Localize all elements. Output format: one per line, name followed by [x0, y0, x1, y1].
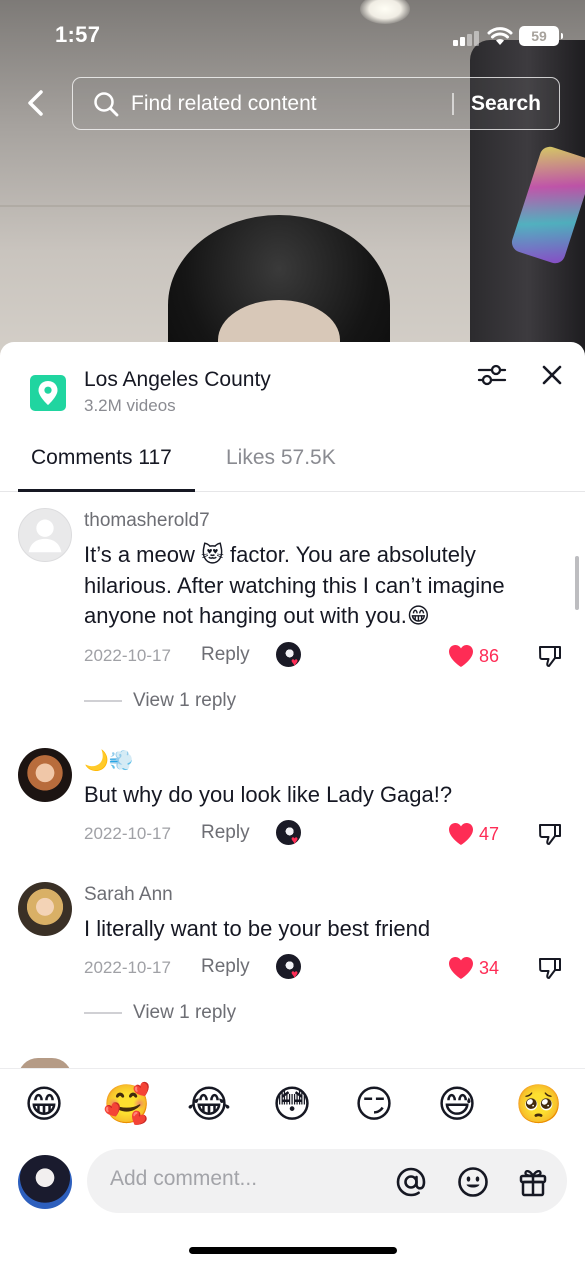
emoji-button[interactable]: 😁 [20, 1081, 68, 1129]
chevron-left-icon [28, 90, 43, 116]
avatar[interactable] [18, 882, 72, 936]
smiley-icon [458, 1167, 488, 1197]
emoji-button[interactable]: 😏 [350, 1081, 398, 1129]
search-bar[interactable]: Find related content Search [72, 77, 560, 130]
at-icon [396, 1167, 426, 1197]
avatar[interactable] [18, 748, 72, 802]
view-replies-button[interactable]: View 1 reply [84, 687, 236, 715]
dislike-button[interactable] [536, 820, 564, 848]
view-replies-label: View 1 reply [133, 690, 237, 711]
default-avatar-icon [28, 519, 62, 553]
comment-username[interactable]: 🌙💨 [84, 748, 134, 773]
dislike-button[interactable] [536, 642, 564, 670]
search-button[interactable]: Search [471, 92, 541, 116]
comment-input-placeholder: Add comment... [110, 1167, 258, 1190]
like-button[interactable]: 47 [448, 820, 499, 848]
close-icon [542, 365, 562, 385]
location-pin-icon [30, 375, 66, 411]
status-time: 1:57 [55, 22, 101, 47]
sliders-icon [477, 364, 507, 386]
filter-button[interactable] [476, 360, 508, 390]
comment-meta: 2022-10-17 Reply ♥ 47 [84, 820, 564, 850]
search-divider [452, 92, 454, 115]
reply-button[interactable]: Reply [201, 956, 250, 978]
gift-icon [519, 1170, 547, 1197]
heart-icon [449, 645, 473, 667]
home-indicator[interactable] [189, 1247, 397, 1254]
creator-liked-badge: ♥ [276, 954, 304, 982]
active-tab-indicator [18, 489, 195, 492]
comment-tabs: Comments 117 Likes 57.5K [0, 438, 585, 492]
comment-date: 2022-10-17 [84, 646, 171, 665]
emoji-picker-button[interactable] [456, 1165, 490, 1199]
emoji-button[interactable]: 🥰 [103, 1081, 151, 1129]
cellular-signal-icon [453, 30, 481, 46]
creator-liked-badge: ♥ [276, 642, 304, 670]
heart-icon [449, 957, 473, 979]
comment-username[interactable]: thomasherold7 [84, 510, 210, 532]
tab-likes[interactable]: Likes 57.5K [226, 446, 336, 470]
comment-meta: 2022-10-17 Reply ♥ 86 [84, 642, 564, 672]
thumbs-down-icon [539, 824, 561, 845]
like-count: 86 [479, 645, 500, 666]
reply-button[interactable]: Reply [201, 822, 250, 844]
comment-composer: 😁 🥰 😂 😳 😏 😅 🥺 Add comment... [0, 1068, 585, 1266]
emoji-button[interactable]: 🥺 [515, 1081, 563, 1129]
heart-icon [449, 823, 473, 845]
like-count: 34 [479, 957, 500, 978]
like-count: 47 [479, 823, 500, 844]
tab-comments[interactable]: Comments 117 [31, 446, 172, 470]
wifi-icon [487, 27, 513, 45]
comments-sheet: Los Angeles County 3.2M videos Comments … [0, 342, 585, 1266]
comment-text: It’s a meow 😻 factor. You are absolutely… [84, 542, 505, 628]
creator-liked-badge: ♥ [276, 820, 304, 848]
search-icon [91, 89, 121, 119]
thumbs-down-icon [539, 958, 561, 979]
comment-date: 2022-10-17 [84, 824, 171, 843]
view-replies-label: View 1 reply [133, 1002, 237, 1023]
reply-button[interactable]: Reply [201, 644, 250, 666]
emoji-button[interactable]: 😅 [433, 1081, 481, 1129]
gift-button[interactable] [516, 1165, 550, 1199]
quick-emoji-bar: 😁 🥰 😂 😳 😏 😅 🥺 [0, 1081, 585, 1139]
view-replies-button[interactable]: View 1 reply [84, 999, 236, 1027]
reply-divider [84, 700, 122, 702]
reply-divider [84, 1012, 122, 1014]
close-button[interactable] [537, 360, 567, 390]
comment-username[interactable]: Sarah Ann [84, 884, 173, 906]
avatar[interactable] [18, 508, 72, 562]
comment-meta: 2022-10-17 Reply ♥ 34 [84, 954, 564, 984]
mention-button[interactable] [394, 1165, 428, 1199]
thumbs-down-icon [539, 646, 561, 667]
dislike-button[interactable] [536, 954, 564, 982]
my-avatar[interactable] [18, 1155, 72, 1209]
like-button[interactable]: 86 [448, 642, 499, 670]
emoji-button[interactable]: 😂 [185, 1081, 233, 1129]
location-video-count: 3.2M videos [84, 396, 176, 415]
scrollbar[interactable] [575, 556, 579, 610]
comment-date: 2022-10-17 [84, 958, 171, 977]
comment-text: But why do you look like Lady Gaga!? [84, 782, 453, 807]
battery-icon: 59 [519, 26, 563, 46]
status-bar: 1:57 59 [0, 0, 585, 70]
comment-text: I literally want to be your best friend [84, 916, 431, 941]
emoji-button[interactable]: 😳 [268, 1081, 316, 1129]
comment-input[interactable]: Add comment... [87, 1149, 567, 1213]
search-input[interactable]: Find related content [131, 92, 452, 116]
like-button[interactable]: 34 [448, 954, 499, 982]
back-button[interactable] [20, 86, 50, 120]
location-title: Los Angeles County [84, 368, 271, 391]
